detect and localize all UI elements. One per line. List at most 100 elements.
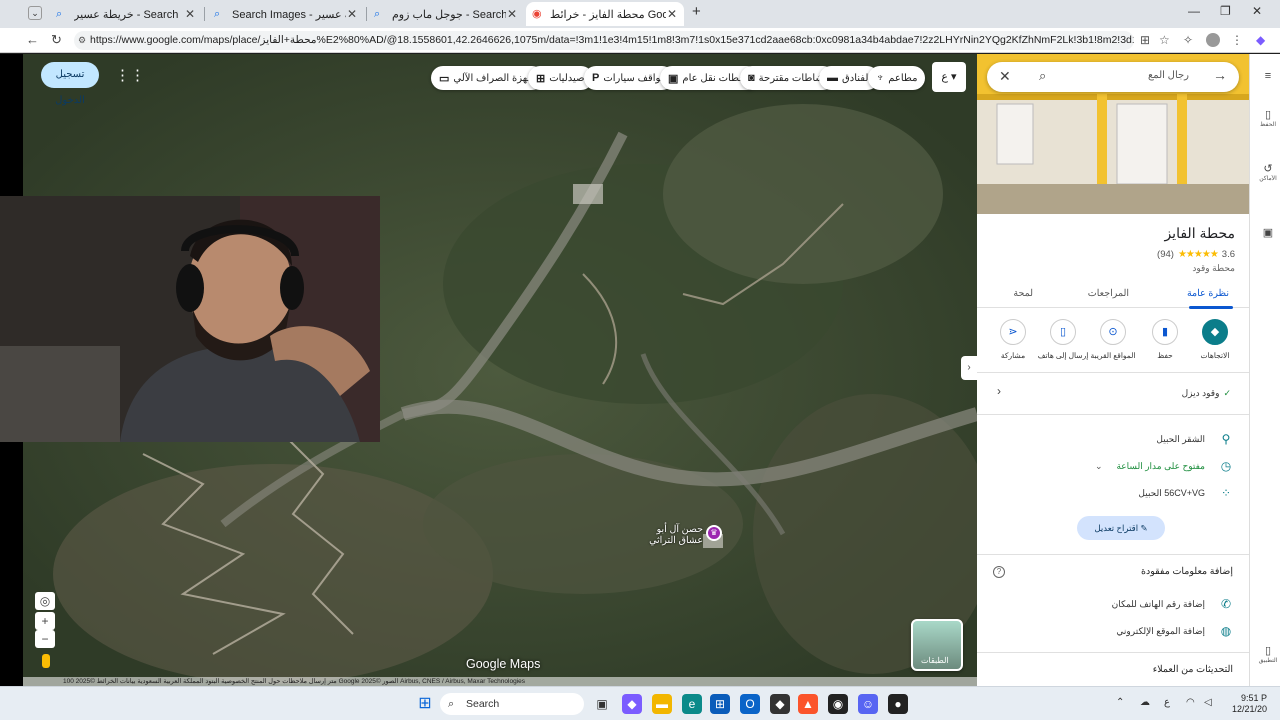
sidebar-item-app[interactable]: ▯ التطبيق	[1256, 644, 1280, 664]
tab-about[interactable]: لمحة	[1013, 288, 1033, 299]
directions-button[interactable]: ◆ الاتجاهات	[1189, 319, 1241, 360]
outlook-icon[interactable]: O	[740, 694, 760, 714]
tab-bar: ⌄ ⌕ خريطة عسير - Search ✕ ⌕ Search Image…	[0, 0, 1280, 28]
extensions-icon[interactable]: ✧	[1183, 33, 1193, 47]
search-box[interactable]: ✕ ⌕ رجال المع →	[987, 62, 1239, 92]
clock-date: 12/21/20	[1232, 704, 1268, 714]
sidebar-item-saved[interactable]: ▯ الحفظ	[1256, 108, 1280, 128]
pegman-icon[interactable]	[42, 654, 50, 668]
my-location-icon[interactable]: ◎	[35, 592, 55, 610]
taskbar-search[interactable]: ⌕ Search	[440, 693, 584, 715]
copilot-app-icon[interactable]: ◆	[622, 694, 642, 714]
bookmark-icon: ▯	[1264, 109, 1272, 121]
tab-divider	[204, 7, 205, 21]
sidebar-item-history[interactable]: ↺ الأماكن	[1256, 162, 1280, 182]
place-tabs: نظرة عامة المراجعات لمحة	[977, 282, 1249, 309]
more-options-button[interactable]: ع ▾	[932, 62, 966, 92]
site-info-icon[interactable]: ⚙	[78, 31, 86, 50]
tab-4-close-icon[interactable]: ✕	[666, 7, 678, 21]
plus-code-row[interactable]: ⁘ 56CV+VG الحبيل	[1138, 486, 1233, 500]
store-icon[interactable]: ⊞	[710, 694, 730, 714]
maximize-icon[interactable]: ❐	[1220, 4, 1231, 18]
new-tab-button[interactable]: +	[692, 3, 701, 20]
tab-1-close-icon[interactable]: ✕	[184, 7, 196, 21]
chevron-left-icon[interactable]: ‹	[997, 384, 1001, 398]
obs-icon[interactable]: ◉	[828, 694, 848, 714]
save-button[interactable]: ▮ حفظ	[1139, 319, 1191, 360]
tab-3-close-icon[interactable]: ✕	[506, 7, 518, 21]
add-phone-row[interactable]: ✆ إضافة رقم الهاتف للمكان	[1112, 597, 1233, 611]
file-explorer-icon[interactable]: ▬	[652, 694, 672, 714]
send-to-phone-button[interactable]: ▯ إرسال إلى هاتف	[1037, 319, 1089, 360]
help-icon[interactable]: ?	[993, 566, 1005, 578]
tab-2[interactable]: ⌕ Search Images - خريطة عسير ✕	[208, 2, 364, 26]
edge-icon[interactable]: e	[682, 694, 702, 714]
sign-in-button[interactable]: تسجيل الدخول	[41, 62, 99, 106]
profile-avatar[interactable]	[1206, 33, 1220, 47]
chip-restaurants[interactable]: ♆ مطاعم	[868, 66, 926, 90]
reload-icon[interactable]: ↻	[51, 32, 62, 48]
review-count[interactable]: (94)	[1157, 249, 1174, 260]
minimize-icon[interactable]: —	[1188, 4, 1200, 18]
address-row[interactable]: ⚲ الشقر الحبيل	[1156, 432, 1233, 446]
sidebar-menu-icon[interactable]: ≡	[1256, 70, 1280, 82]
chip-pharmacy-label: صيدليات	[549, 72, 585, 84]
bookmark-star-icon[interactable]: ☆	[1159, 33, 1170, 47]
tab-overview[interactable]: نظرة عامة	[1187, 288, 1229, 299]
back-icon[interactable]: ←	[26, 32, 39, 47]
place-category[interactable]: محطة وقود	[1192, 263, 1235, 274]
directions-arrow-icon[interactable]: →	[1213, 67, 1227, 83]
sidebar-app-label: التطبيق	[1258, 658, 1278, 664]
hours-row[interactable]: ◷ مفتوح على مدار الساعة ⌄	[1095, 459, 1233, 473]
tab-search-button[interactable]: ⌄	[28, 6, 42, 20]
tab-1[interactable]: ⌕ خريطة عسير - Search ✕	[50, 2, 202, 26]
install-icon[interactable]: ⊞	[1140, 33, 1150, 47]
webcam-overlay	[0, 196, 380, 442]
search-icon[interactable]: ⌕	[1039, 68, 1046, 84]
apps-grid-icon[interactable]: ⋮⋮	[115, 66, 145, 84]
wifi-icon[interactable]: ◠	[1186, 697, 1195, 708]
language-icon[interactable]: ع	[1164, 697, 1170, 708]
atm-icon: ▭	[439, 72, 450, 85]
brave-icon[interactable]: ▲	[798, 694, 818, 714]
chip-pharmacy[interactable]: ⊞ صيدليات	[528, 66, 593, 90]
nearby-icon: ⊙	[1100, 319, 1126, 345]
clock-time: 9:51 P	[1241, 693, 1268, 703]
chevron-down-icon[interactable]: ⌄	[1095, 461, 1103, 472]
tab-reviews[interactable]: المراجعات	[1088, 288, 1129, 299]
tab-4[interactable]: ◉ محطة الفايز - خرائط Google ✕	[526, 2, 684, 26]
sidebar-item-contrib[interactable]: ▣	[1256, 226, 1280, 239]
directions-label: الاتجاهات	[1200, 351, 1230, 360]
suggest-edit-button[interactable]: ✎ اقتراح تعديل	[1077, 516, 1165, 540]
share-button[interactable]: ⋖ مشاركة	[987, 319, 1039, 360]
start-icon[interactable]: ⊞	[415, 694, 435, 714]
place-title: محطة الفايز	[1164, 225, 1235, 241]
url-field[interactable]: ⚙ https://www.google.com/maps/place/محطة…	[74, 31, 1134, 50]
app-icon[interactable]: ◆	[770, 694, 790, 714]
poi-label[interactable]: حصن آل أبو عشاق التراثي	[643, 524, 703, 546]
task-view-icon[interactable]: ▣	[592, 694, 612, 714]
zoom-out-button[interactable]: −	[35, 630, 55, 648]
copilot-icon[interactable]: ◆	[1256, 33, 1265, 47]
search-icon: ⌕	[374, 8, 381, 20]
place-photo[interactable]: ✕ ⌕ رجال المع →	[977, 54, 1249, 214]
fuel-row[interactable]: ✓ وقود ديزل	[1182, 388, 1231, 399]
tab-3[interactable]: ⌕ جوجل ماب زوم - Search ✕	[368, 2, 524, 26]
window-close-icon[interactable]: ✕	[1252, 4, 1262, 18]
zoom-in-button[interactable]: +	[35, 612, 55, 630]
tab-2-close-icon[interactable]: ✕	[346, 7, 358, 21]
onedrive-icon[interactable]: ☁	[1140, 697, 1150, 708]
collapse-panel-button[interactable]: ›	[961, 356, 977, 380]
hours-text: مفتوح على مدار الساعة	[1116, 460, 1205, 471]
discord-icon[interactable]: ☺	[858, 694, 878, 714]
recording-icon[interactable]: ●	[888, 694, 908, 714]
clear-search-icon[interactable]: ✕	[999, 68, 1011, 85]
add-website-row[interactable]: ◍ إضافة الموقع الإلكتروني	[1116, 624, 1233, 638]
nearby-button[interactable]: ⊙ المواقع القريبة	[1087, 319, 1139, 360]
poi-pin-icon[interactable]: ♛	[706, 525, 722, 541]
taskbar-clock[interactable]: 9:51 P 12/21/20	[1232, 693, 1267, 715]
layers-button[interactable]: الطبقات	[911, 619, 963, 671]
volume-icon[interactable]: ◁	[1204, 697, 1212, 708]
menu-icon[interactable]: ⋮	[1231, 33, 1243, 47]
tray-chevron-icon[interactable]: ⌃	[1116, 697, 1124, 708]
